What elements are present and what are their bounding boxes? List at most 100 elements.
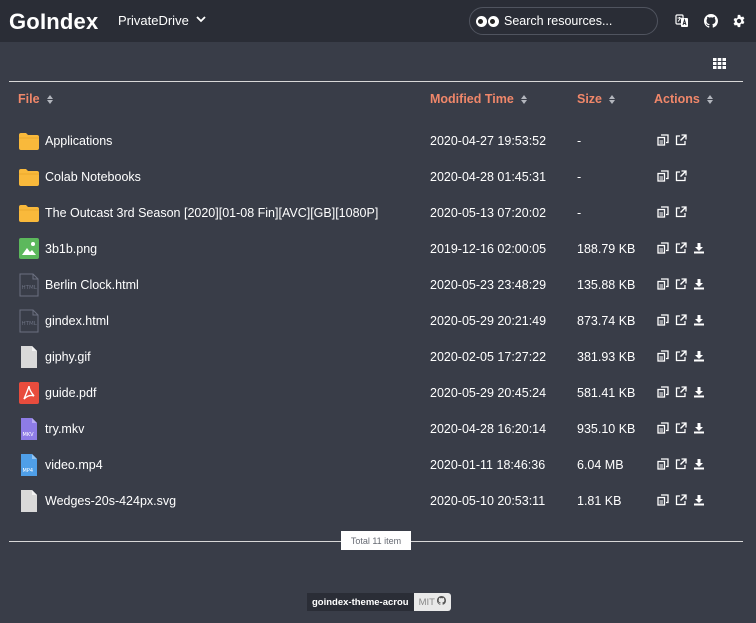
column-header-actions[interactable]: Actions — [654, 92, 713, 106]
row-actions — [657, 422, 705, 434]
theme-badge[interactable]: goindex-theme-acrou MIT — [307, 593, 451, 611]
table-row[interactable]: guide.pdf 2020-05-29 20:45:24 581.41 KB — [0, 381, 756, 417]
folder-icon — [18, 201, 40, 225]
table-row[interactable]: Colab Notebooks 2020-04-28 01:45:31 - — [0, 165, 756, 201]
file-name[interactable]: Berlin Clock.html — [45, 278, 139, 292]
file-name[interactable]: guide.pdf — [45, 386, 96, 400]
download-icon[interactable] — [693, 350, 705, 362]
table-row[interactable]: MP4 video.mp4 2020-01-11 18:46:36 6.04 M… — [0, 453, 756, 489]
open-new-tab-icon[interactable] — [675, 170, 687, 182]
file-size: 188.79 KB — [577, 242, 636, 256]
file-name[interactable]: gindex.html — [45, 314, 109, 328]
row-actions — [657, 206, 687, 218]
grid-view-icon[interactable] — [713, 58, 726, 69]
file-size: 935.10 KB — [577, 422, 636, 436]
table-row[interactable]: HTML Berlin Clock.html 2020-05-23 23:48:… — [0, 273, 756, 309]
file-name[interactable]: video.mp4 — [45, 458, 103, 472]
open-new-tab-icon[interactable] — [675, 350, 687, 362]
file-size: 873.74 KB — [577, 314, 636, 328]
table-row[interactable]: Wedges-20s-424px.svg 2020-05-10 20:53:11… — [0, 489, 756, 525]
modified-time: 2020-04-28 16:20:14 — [430, 422, 547, 436]
download-icon[interactable] — [693, 386, 705, 398]
table-row[interactable]: HTML gindex.html 2020-05-29 20:21:49 873… — [0, 309, 756, 345]
file-name[interactable]: try.mkv — [45, 422, 84, 436]
column-header-file[interactable]: File — [18, 92, 53, 106]
row-actions — [657, 170, 687, 182]
download-icon[interactable] — [693, 494, 705, 506]
download-icon[interactable] — [693, 278, 705, 290]
brand-logo[interactable]: GoIndex — [9, 9, 98, 35]
file-size: - — [577, 134, 582, 148]
file-size: 6.04 MB — [577, 458, 624, 472]
folder-icon — [18, 129, 40, 153]
modified-time: 2020-05-23 23:48:29 — [430, 278, 547, 292]
license-badge[interactable]: MIT — [413, 593, 451, 611]
copy-link-icon[interactable] — [657, 134, 669, 146]
copy-link-icon[interactable] — [657, 170, 669, 182]
open-new-tab-icon[interactable] — [675, 206, 687, 218]
file-size: 381.93 KB — [577, 350, 636, 364]
open-new-tab-icon[interactable] — [675, 134, 687, 146]
copy-link-icon[interactable] — [657, 386, 669, 398]
table-row[interactable]: MKV try.mkv 2020-04-28 16:20:14 935.10 K… — [0, 417, 756, 453]
file-name[interactable]: Applications — [45, 134, 112, 148]
html-icon: HTML — [18, 309, 40, 333]
download-icon[interactable] — [693, 314, 705, 326]
modified-time: 2020-05-29 20:45:24 — [430, 386, 547, 400]
gear-icon[interactable] — [732, 14, 746, 28]
table-row[interactable]: The Outcast 3rd Season [2020][01-08 Fin]… — [0, 201, 756, 237]
drive-selector[interactable]: PrivateDrive — [118, 13, 207, 28]
table-row[interactable]: Applications 2020-04-27 19:53:52 - — [0, 129, 756, 165]
mkv-icon: MKV — [18, 417, 40, 441]
image-icon — [18, 237, 40, 261]
file-size: 135.88 KB — [577, 278, 636, 292]
open-new-tab-icon[interactable] — [675, 278, 687, 290]
total-count: Total 11 item — [341, 531, 411, 550]
file-name[interactable]: Colab Notebooks — [45, 170, 141, 184]
copy-link-icon[interactable] — [657, 494, 669, 506]
row-actions — [657, 350, 705, 362]
download-icon[interactable] — [693, 242, 705, 254]
modified-time: 2019-12-16 02:00:05 — [430, 242, 547, 256]
svg-text:HTML: HTML — [22, 285, 38, 291]
copy-link-icon[interactable] — [657, 278, 669, 290]
open-new-tab-icon[interactable] — [675, 314, 687, 326]
search-input[interactable] — [504, 14, 654, 28]
file-size: 581.41 KB — [577, 386, 636, 400]
license-text: MIT — [418, 596, 435, 608]
table-row[interactable]: 3b1b.png 2019-12-16 02:00:05 188.79 KB — [0, 237, 756, 273]
file-name[interactable]: The Outcast 3rd Season [2020][01-08 Fin]… — [45, 206, 378, 220]
column-header-modified[interactable]: Modified Time — [430, 92, 527, 106]
row-actions — [657, 494, 705, 506]
row-actions — [657, 242, 705, 254]
modified-time: 2020-05-13 07:20:02 — [430, 206, 547, 220]
download-icon[interactable] — [693, 422, 705, 434]
open-new-tab-icon[interactable] — [675, 422, 687, 434]
pdf-icon — [18, 381, 40, 405]
github-icon[interactable] — [704, 14, 718, 28]
row-actions — [657, 458, 705, 470]
open-new-tab-icon[interactable] — [675, 494, 687, 506]
download-icon[interactable] — [693, 458, 705, 470]
modified-time: 2020-02-05 17:27:22 — [430, 350, 547, 364]
file-name[interactable]: 3b1b.png — [45, 242, 97, 256]
open-new-tab-icon[interactable] — [675, 458, 687, 470]
table-row[interactable]: giphy.gif 2020-02-05 17:27:22 381.93 KB — [0, 345, 756, 381]
copy-link-icon[interactable] — [657, 242, 669, 254]
file-name[interactable]: Wedges-20s-424px.svg — [45, 494, 176, 508]
row-actions — [657, 386, 705, 398]
copy-link-icon[interactable] — [657, 206, 669, 218]
modified-time: 2020-05-10 20:53:11 — [430, 494, 546, 508]
copy-link-icon[interactable] — [657, 422, 669, 434]
copy-link-icon[interactable] — [657, 458, 669, 470]
open-new-tab-icon[interactable] — [675, 386, 687, 398]
column-header-size[interactable]: Size — [577, 92, 616, 106]
row-actions — [657, 134, 687, 146]
file-size: - — [577, 170, 582, 184]
copy-link-icon[interactable] — [657, 314, 669, 326]
open-new-tab-icon[interactable] — [675, 242, 687, 254]
search-box[interactable] — [469, 7, 658, 35]
translate-icon[interactable] — [675, 14, 689, 28]
file-name[interactable]: giphy.gif — [45, 350, 91, 364]
copy-link-icon[interactable] — [657, 350, 669, 362]
